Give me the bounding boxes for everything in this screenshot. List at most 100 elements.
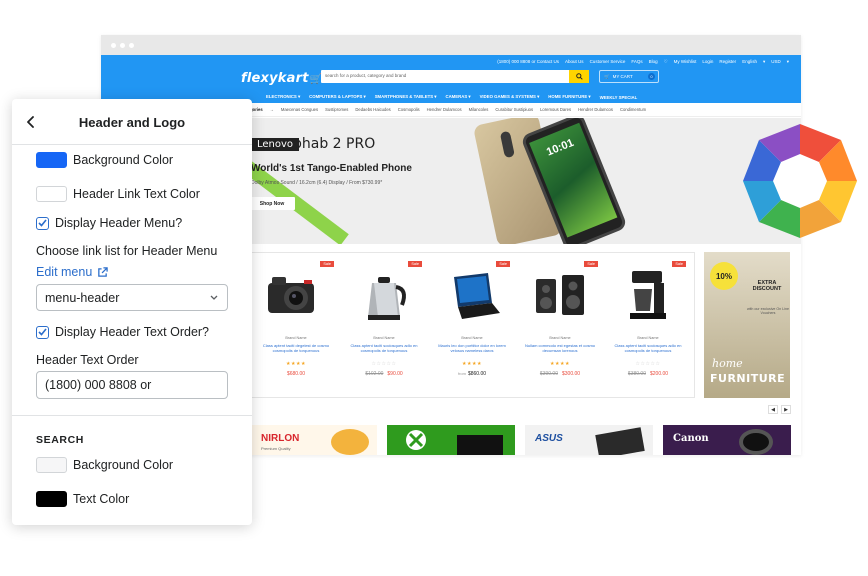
search-background-color-setting[interactable]: Background Color [36, 457, 173, 473]
category-link[interactable]: Dedaebs Haicudes [355, 107, 390, 112]
top-link-wishlist[interactable]: My Wishlist [674, 59, 697, 65]
menu-item-electronics[interactable]: ELECTRONICS ▾ [266, 94, 300, 100]
header-text-order-input[interactable]: (1800) 000 8808 or [36, 371, 228, 399]
external-link-icon [98, 266, 109, 277]
edit-menu-link[interactable]: Edit menu [36, 265, 109, 279]
search-background-color-swatch[interactable] [36, 457, 67, 473]
top-link-about[interactable]: About Us [565, 59, 584, 65]
display-header-text-order-checkbox[interactable] [36, 325, 49, 339]
product-brand: Brand Name [637, 336, 659, 340]
rating-stars: ★★★★ [550, 361, 570, 367]
nirlon-banner[interactable]: NIRLON Premium Quality [251, 425, 377, 455]
header-link-text-color-swatch[interactable] [36, 186, 67, 202]
top-link-faqs[interactable]: FAQs [631, 59, 642, 65]
shop-now-button[interactable]: Shop Now [249, 197, 295, 210]
menu-item-home-furniture[interactable]: HOME FURNITURE ▾ [548, 94, 590, 100]
cart-button[interactable]: 🛒 MY CART 0 [599, 70, 659, 83]
lens-image [739, 429, 773, 455]
language-select[interactable]: English [742, 59, 757, 65]
old-price: $390.00 [539, 371, 558, 377]
rating-stars: ★★★★ [286, 361, 306, 367]
product-title[interactable]: Class aptent taciti sociosques adlo en c… [344, 343, 424, 353]
search-icon [575, 73, 583, 80]
search-button[interactable] [569, 70, 589, 83]
category-link[interactable]: Maecenas Congues [281, 107, 318, 112]
search-text-color-setting[interactable]: Text Color [36, 491, 129, 507]
canon-banner[interactable]: Canon [663, 425, 791, 455]
category-link[interactable]: Condimentum [620, 107, 646, 112]
header-link-text-color-setting[interactable]: Header Link Text Color [36, 186, 200, 202]
panel-title: Header and Logo [78, 115, 186, 130]
menu-item-smartphones[interactable]: SMARTPHONES & TABLETS ▾ [375, 94, 437, 100]
phab-logo: phab 2 PRO [293, 136, 376, 152]
product-card[interactable]: Sale Brand Name Class aptent taciti soci… [340, 253, 428, 397]
store-search-input[interactable]: search for a product, category and brand [321, 70, 589, 83]
header-text-order-value: (1800) 000 8808 or [45, 378, 152, 392]
top-link-login[interactable]: Login [702, 59, 713, 65]
menu-item-computers[interactable]: COMPUTERS & LAPTOPS ▾ [309, 94, 366, 100]
header-background-color-setting[interactable]: Background Color [36, 152, 173, 168]
menu-item-video-games[interactable]: VIDEO GAMES & SYSTEMS ▾ [480, 94, 540, 100]
category-link[interactable]: Milancoles [469, 107, 489, 112]
search-background-color-label: Background Color [73, 458, 174, 472]
product-card[interactable]: Sale Brand Name Nullam commodo est egest… [516, 253, 604, 397]
header-menu-select[interactable]: menu-header [36, 284, 228, 311]
display-header-menu-label: Display Header Menu? [55, 216, 183, 230]
furniture-promo-banner[interactable]: 10% EXTRA DISCOUNT with our exclusive On… [704, 252, 790, 398]
phone-camera [499, 130, 515, 159]
promo-text: with our exclusive On Line Vouchers [747, 307, 789, 316]
xbox-logo-icon [406, 430, 426, 450]
search-text-color-swatch[interactable] [36, 491, 67, 507]
product-price: from $860.00 [428, 371, 516, 377]
header-background-color-swatch[interactable] [36, 152, 67, 168]
sale-price: $200.00 [650, 371, 669, 377]
chevron-down-icon: ▾ [786, 59, 789, 64]
heart-icon: ♡ [663, 59, 668, 64]
display-header-menu-checkbox[interactable] [36, 216, 49, 230]
cookware-image [331, 429, 369, 455]
category-link[interactable]: Loremous Dares [540, 107, 571, 112]
product-title[interactable]: Class aptent taciti sociosques adlo en c… [608, 343, 688, 353]
chevron-left-icon[interactable]: ◀ [768, 405, 778, 414]
store-logo-text: flexykart [241, 71, 309, 86]
menu-item-cameras[interactable]: CAMERAS ▾ [445, 94, 470, 100]
chevron-right-icon[interactable]: ▶ [781, 405, 791, 414]
top-link-blog[interactable]: Blog [649, 59, 658, 65]
category-link[interactable]: Hendrer Dulamcos [427, 107, 462, 112]
category-link[interactable]: Curabitur Sustipiuos [495, 107, 533, 112]
lenovo-logo: Lenovo [251, 138, 300, 151]
speakers-product-image [536, 275, 584, 315]
product-title[interactable]: Class aptent taciti degelest de cosmo co… [256, 343, 336, 353]
store-top-links: (1800) 000 8808 or Contact Us About Us C… [497, 59, 789, 65]
link-list-label: Choose link list for Header Menu [36, 244, 218, 258]
menu-item-weekly-special[interactable]: WEEKLY SPECIAL [600, 95, 638, 100]
store-logo[interactable]: flexykart🛒 [241, 71, 322, 86]
top-link-customer-service[interactable]: Customer Service [590, 59, 626, 65]
category-link[interactable]: Cosmopolis [398, 107, 420, 112]
category-link[interactable]: Sustipromes [325, 107, 348, 112]
product-title[interactable]: Mauris leo don porttitor dolor en lorem … [432, 343, 512, 353]
hero-title: World's 1st Tango-Enabled Phone [251, 163, 412, 174]
display-header-text-order-label: Display Header Text Order? [55, 325, 210, 339]
laptop-product-image [454, 273, 500, 319]
xbox-banner[interactable] [387, 425, 515, 455]
product-card[interactable]: Sale Brand Name Class aptent taciti dege… [252, 253, 340, 397]
header-link-text-color-label: Header Link Text Color [73, 187, 200, 201]
asus-banner[interactable]: ASUS [525, 425, 653, 455]
header-menu-select-value: menu-header [45, 290, 120, 305]
header-settings-panel: Header and Logo Background Color Header … [12, 99, 252, 525]
currency-select[interactable]: USD [771, 59, 781, 65]
cart-label: MY CART [612, 74, 633, 79]
product-card[interactable]: Sale Brand Name Mauris leo don porttitor… [428, 253, 516, 397]
checkmark-icon [38, 219, 47, 227]
display-header-text-order-setting[interactable]: Display Header Text Order? [36, 325, 209, 339]
category-link[interactable]: Hendrer Dulamcos [578, 107, 613, 112]
product-price: $380.00 $200.00 [604, 371, 692, 377]
product-card[interactable]: Sale Brand Name Class aptent taciti soci… [604, 253, 692, 397]
product-title[interactable]: Nullam commodo est egestas et cosmo decu… [520, 343, 600, 353]
top-link-register[interactable]: Register [719, 59, 736, 65]
top-link-phone[interactable]: (1800) 000 8808 or Contact Us [497, 59, 559, 65]
display-header-menu-setting[interactable]: Display Header Menu? [36, 216, 182, 230]
promo-home-word: home [712, 357, 743, 370]
window-dot-icon [120, 43, 125, 48]
